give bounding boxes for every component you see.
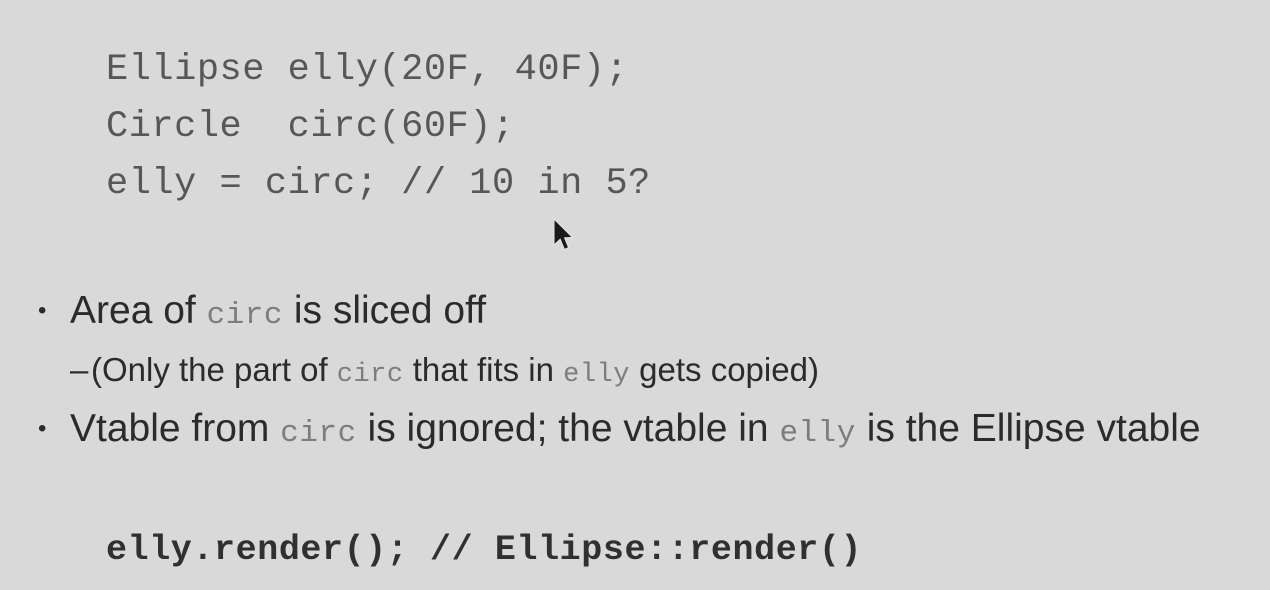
code-line: elly = circ; // 10 in 5? bbox=[106, 163, 651, 205]
sub-bullet-item: – (Only the part of circ that fits in el… bbox=[70, 344, 1248, 401]
arrow-pointer-icon bbox=[553, 218, 574, 251]
bullet-item: • Area of circ is sliced off bbox=[38, 283, 1248, 344]
inline-code-identifier: circ bbox=[280, 416, 357, 451]
inline-code-identifier: circ bbox=[206, 298, 283, 333]
inline-code-identifier: elly bbox=[563, 360, 630, 390]
bullet-list: • Area of circ is sliced off – (Only the… bbox=[38, 283, 1248, 462]
bullet-text-segment: (Only the part of bbox=[91, 351, 337, 388]
slide-canvas: Ellipse elly(20F, 40F); Circle circ(60F)… bbox=[0, 0, 1270, 590]
code-block: Ellipse elly(20F, 40F); Circle circ(60F)… bbox=[106, 42, 651, 213]
sub-bullet-marker-icon: – bbox=[70, 351, 89, 388]
inline-code-identifier: elly bbox=[779, 416, 856, 451]
bullet-text-segment: gets copied) bbox=[629, 351, 819, 388]
bullet-text-segment: that fits in bbox=[403, 351, 564, 388]
bullet-text-segment: Vtable from bbox=[70, 407, 281, 450]
bullet-text-segment: is the Ellipse vtable bbox=[855, 407, 1201, 450]
bullet-text-segment: is sliced off bbox=[283, 289, 487, 332]
bottom-code-line: elly.render(); // Ellipse::render() bbox=[106, 530, 863, 570]
bullet-text-segment: is ignored; the vtable in bbox=[356, 407, 780, 450]
bullet-marker-icon: • bbox=[38, 415, 47, 442]
bullet-text-segment: Area of bbox=[70, 289, 207, 332]
code-line: Circle circ(60F); bbox=[106, 106, 515, 148]
sub-bullet-text: (Only the part of circ that fits in elly… bbox=[91, 344, 1248, 401]
inline-code-identifier: circ bbox=[336, 360, 404, 390]
bullet-text: Vtable from circ is ignored; the vtable … bbox=[70, 401, 1248, 462]
bullet-text: Area of circ is sliced off bbox=[70, 283, 1248, 344]
bullet-item: • Vtable from circ is ignored; the vtabl… bbox=[38, 401, 1248, 462]
code-line: Ellipse elly(20F, 40F); bbox=[106, 49, 629, 91]
bullet-marker-icon: • bbox=[38, 297, 47, 324]
